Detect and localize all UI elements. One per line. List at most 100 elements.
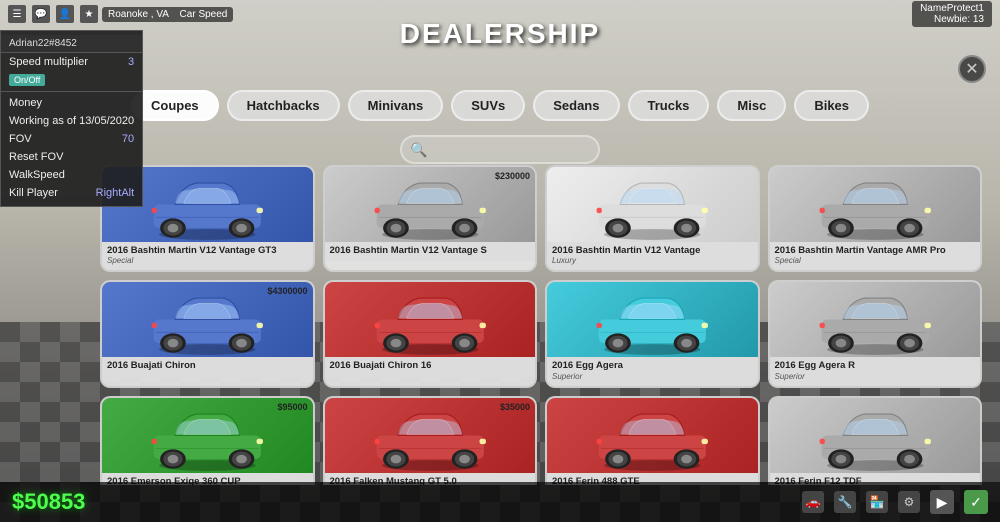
car-image: $230000 xyxy=(325,167,536,242)
car-name: 2016 Buajati Chiron 16 xyxy=(330,360,531,371)
car-image xyxy=(770,398,981,473)
toggle-button[interactable]: On/Off xyxy=(9,74,45,86)
roblox-menu-icon[interactable]: ☰ xyxy=(8,5,26,23)
speed-multiplier-item: Speed multiplier 3 xyxy=(1,53,142,71)
close-button[interactable]: ✕ xyxy=(958,55,986,83)
car-info: 2016 Egg AgeraSuperior xyxy=(547,357,758,385)
car-card[interactable]: $4300000 2016 Buajati Chiron xyxy=(100,280,315,387)
location-text: Roanoke , VA xyxy=(108,9,168,20)
car-card[interactable]: Gamepass 2016 xyxy=(545,396,760,485)
car-card[interactable]: Gamepass 2016 xyxy=(545,165,760,272)
car-image xyxy=(770,167,981,242)
car-card[interactable]: Gamepass 2016 xyxy=(768,165,983,272)
car-card[interactable]: Gamepass 2016 xyxy=(768,396,983,485)
car-category: Special xyxy=(775,256,976,265)
car-icon-btn[interactable]: 🚗 xyxy=(802,491,824,513)
car-image xyxy=(547,398,758,473)
roblox-players-icon[interactable]: 👤 xyxy=(56,5,74,23)
car-category: Superior xyxy=(552,372,753,381)
car-category: Luxury xyxy=(552,256,753,265)
tab-coupes[interactable]: Coupes xyxy=(131,90,219,121)
car-image xyxy=(547,167,758,242)
car-category: Superior xyxy=(775,372,976,381)
left-menu: Adrian22#8452 Speed multiplier 3 On/Off … xyxy=(0,30,143,207)
car-price: $35000 xyxy=(500,402,530,412)
category-tabs: Coupes Hatchbacks MinivansSUVs Sedans Trucks… xyxy=(131,90,869,121)
car-name: 2016 Bashtin Martin V12 Vantage xyxy=(552,245,753,256)
search-input[interactable] xyxy=(400,135,600,164)
car-grid: Gamepass 2016 xyxy=(100,165,986,485)
car-card[interactable]: $350002016 Falken Mustang GT 5.0 xyxy=(323,396,538,485)
car-card[interactable]: Gamepass 2016 xyxy=(768,280,983,387)
car-info: 2016 Buajati Chiron xyxy=(102,357,313,376)
car-name: 2016 Bashtin Martin V12 Vantage S xyxy=(330,245,531,256)
car-card[interactable]: Gamepass 2016 xyxy=(323,280,538,387)
car-category: Special xyxy=(107,256,308,265)
car-image: $4300000 xyxy=(102,282,313,357)
user-info: NameProtect1 Newbie: 13 xyxy=(912,1,992,27)
car-info: 2016 Egg Agera RSuperior xyxy=(770,357,981,385)
money-item: Money xyxy=(1,94,142,112)
car-info: 2016 Bashtin Martin V12 Vantage GT3Speci… xyxy=(102,242,313,270)
car-name: 2016 Buajati Chiron xyxy=(107,360,308,371)
settings-icon-btn[interactable]: ⚙ xyxy=(898,491,920,513)
fov-value: 70 xyxy=(122,133,134,145)
money-display: $50853 xyxy=(12,489,85,515)
tab-misc[interactable]: Misc xyxy=(717,90,786,121)
speed-value: 3 xyxy=(128,56,134,68)
search-icon: 🔍 xyxy=(410,141,427,158)
car-info: 2016 Buajati Chiron 16 xyxy=(325,357,536,376)
kill-player-label: Kill Player xyxy=(9,187,58,199)
car-info: 2016 Bashtin Martin Vantage AMR ProSpeci… xyxy=(770,242,981,270)
level-display: Newbie: 13 xyxy=(920,14,984,25)
roblox-icons: ☰ 💬 👤 ★ xyxy=(8,5,98,23)
car-name: 2016 Bashtin Martin Vantage AMR Pro xyxy=(775,245,976,256)
tab-suvs[interactable]: SUVs xyxy=(451,90,525,121)
tab-hatchbacks[interactable]: Hatchbacks xyxy=(227,90,340,121)
tab-trucks[interactable]: Trucks xyxy=(627,90,709,121)
tab-minivans[interactable]: Minivans xyxy=(348,90,444,121)
tab-sedans[interactable]: Sedans xyxy=(533,90,619,121)
working-label: Working as of 13/05/2020 xyxy=(9,115,134,127)
car-card[interactable]: $950002016 Emerson Exige 360 CUP xyxy=(100,396,315,485)
fov-item: FOV 70 xyxy=(1,130,142,148)
play-button[interactable]: ▶ xyxy=(930,490,954,514)
car-card[interactable]: Gamepass 2016 xyxy=(545,280,760,387)
car-card[interactable]: $230000 2016 Bashtin Martin V12 Vantage S xyxy=(323,165,538,272)
sub-location-text: Car Speed xyxy=(180,9,228,20)
car-image xyxy=(770,282,981,357)
tab-bikes[interactable]: Bikes xyxy=(794,90,869,121)
car-price: $230000 xyxy=(495,171,530,181)
car-image xyxy=(547,282,758,357)
roblox-chat-icon[interactable]: 💬 xyxy=(32,5,50,23)
car-info: 2016 Bashtin Martin V12 VantageLuxury xyxy=(547,242,758,270)
toggle-item[interactable]: On/Off xyxy=(1,71,142,89)
car-image: $35000 xyxy=(325,398,536,473)
bottom-bar: $50853 🚗 🔧 🏪 ⚙ ▶ ✓ xyxy=(0,482,1000,522)
reset-fov-item[interactable]: Reset FOV xyxy=(1,148,142,166)
top-bar-left: ☰ 💬 👤 ★ Roanoke , VA Car Speed xyxy=(8,5,233,23)
left-menu-header: Adrian22#8452 xyxy=(1,35,142,53)
car-name: 2016 Egg Agera xyxy=(552,360,753,371)
username-display: NameProtect1 xyxy=(920,3,984,14)
shop-icon-btn[interactable]: 🏪 xyxy=(866,491,888,513)
roblox-star-icon[interactable]: ★ xyxy=(80,5,98,23)
car-image: $95000 xyxy=(102,398,313,473)
location-badge: Roanoke , VA Car Speed xyxy=(102,7,233,22)
car-price: $4300000 xyxy=(267,286,307,296)
car-info: 2016 Bashtin Martin V12 Vantage S xyxy=(325,242,536,261)
reset-fov-label: Reset FOV xyxy=(9,151,63,163)
money-label: Money xyxy=(9,97,42,109)
walkspeed-label: WalkSpeed xyxy=(9,169,65,181)
menu-separator xyxy=(1,91,142,92)
car-name: 2016 Bashtin Martin V12 Vantage GT3 xyxy=(107,245,308,256)
car-image xyxy=(325,282,536,357)
fov-label: FOV xyxy=(9,133,32,145)
car-price: $95000 xyxy=(277,402,307,412)
wrench-icon-btn[interactable]: 🔧 xyxy=(834,491,856,513)
kill-player-item[interactable]: Kill Player RightAlt xyxy=(1,184,142,202)
top-bar: ☰ 💬 👤 ★ Roanoke , VA Car Speed NameProte… xyxy=(0,0,1000,28)
main-overlay: DEALERSHIP ✕ CoupesHatchbacksMinivansSUV… xyxy=(0,0,1000,522)
walkspeed-item: WalkSpeed xyxy=(1,166,142,184)
check-button[interactable]: ✓ xyxy=(964,490,988,514)
